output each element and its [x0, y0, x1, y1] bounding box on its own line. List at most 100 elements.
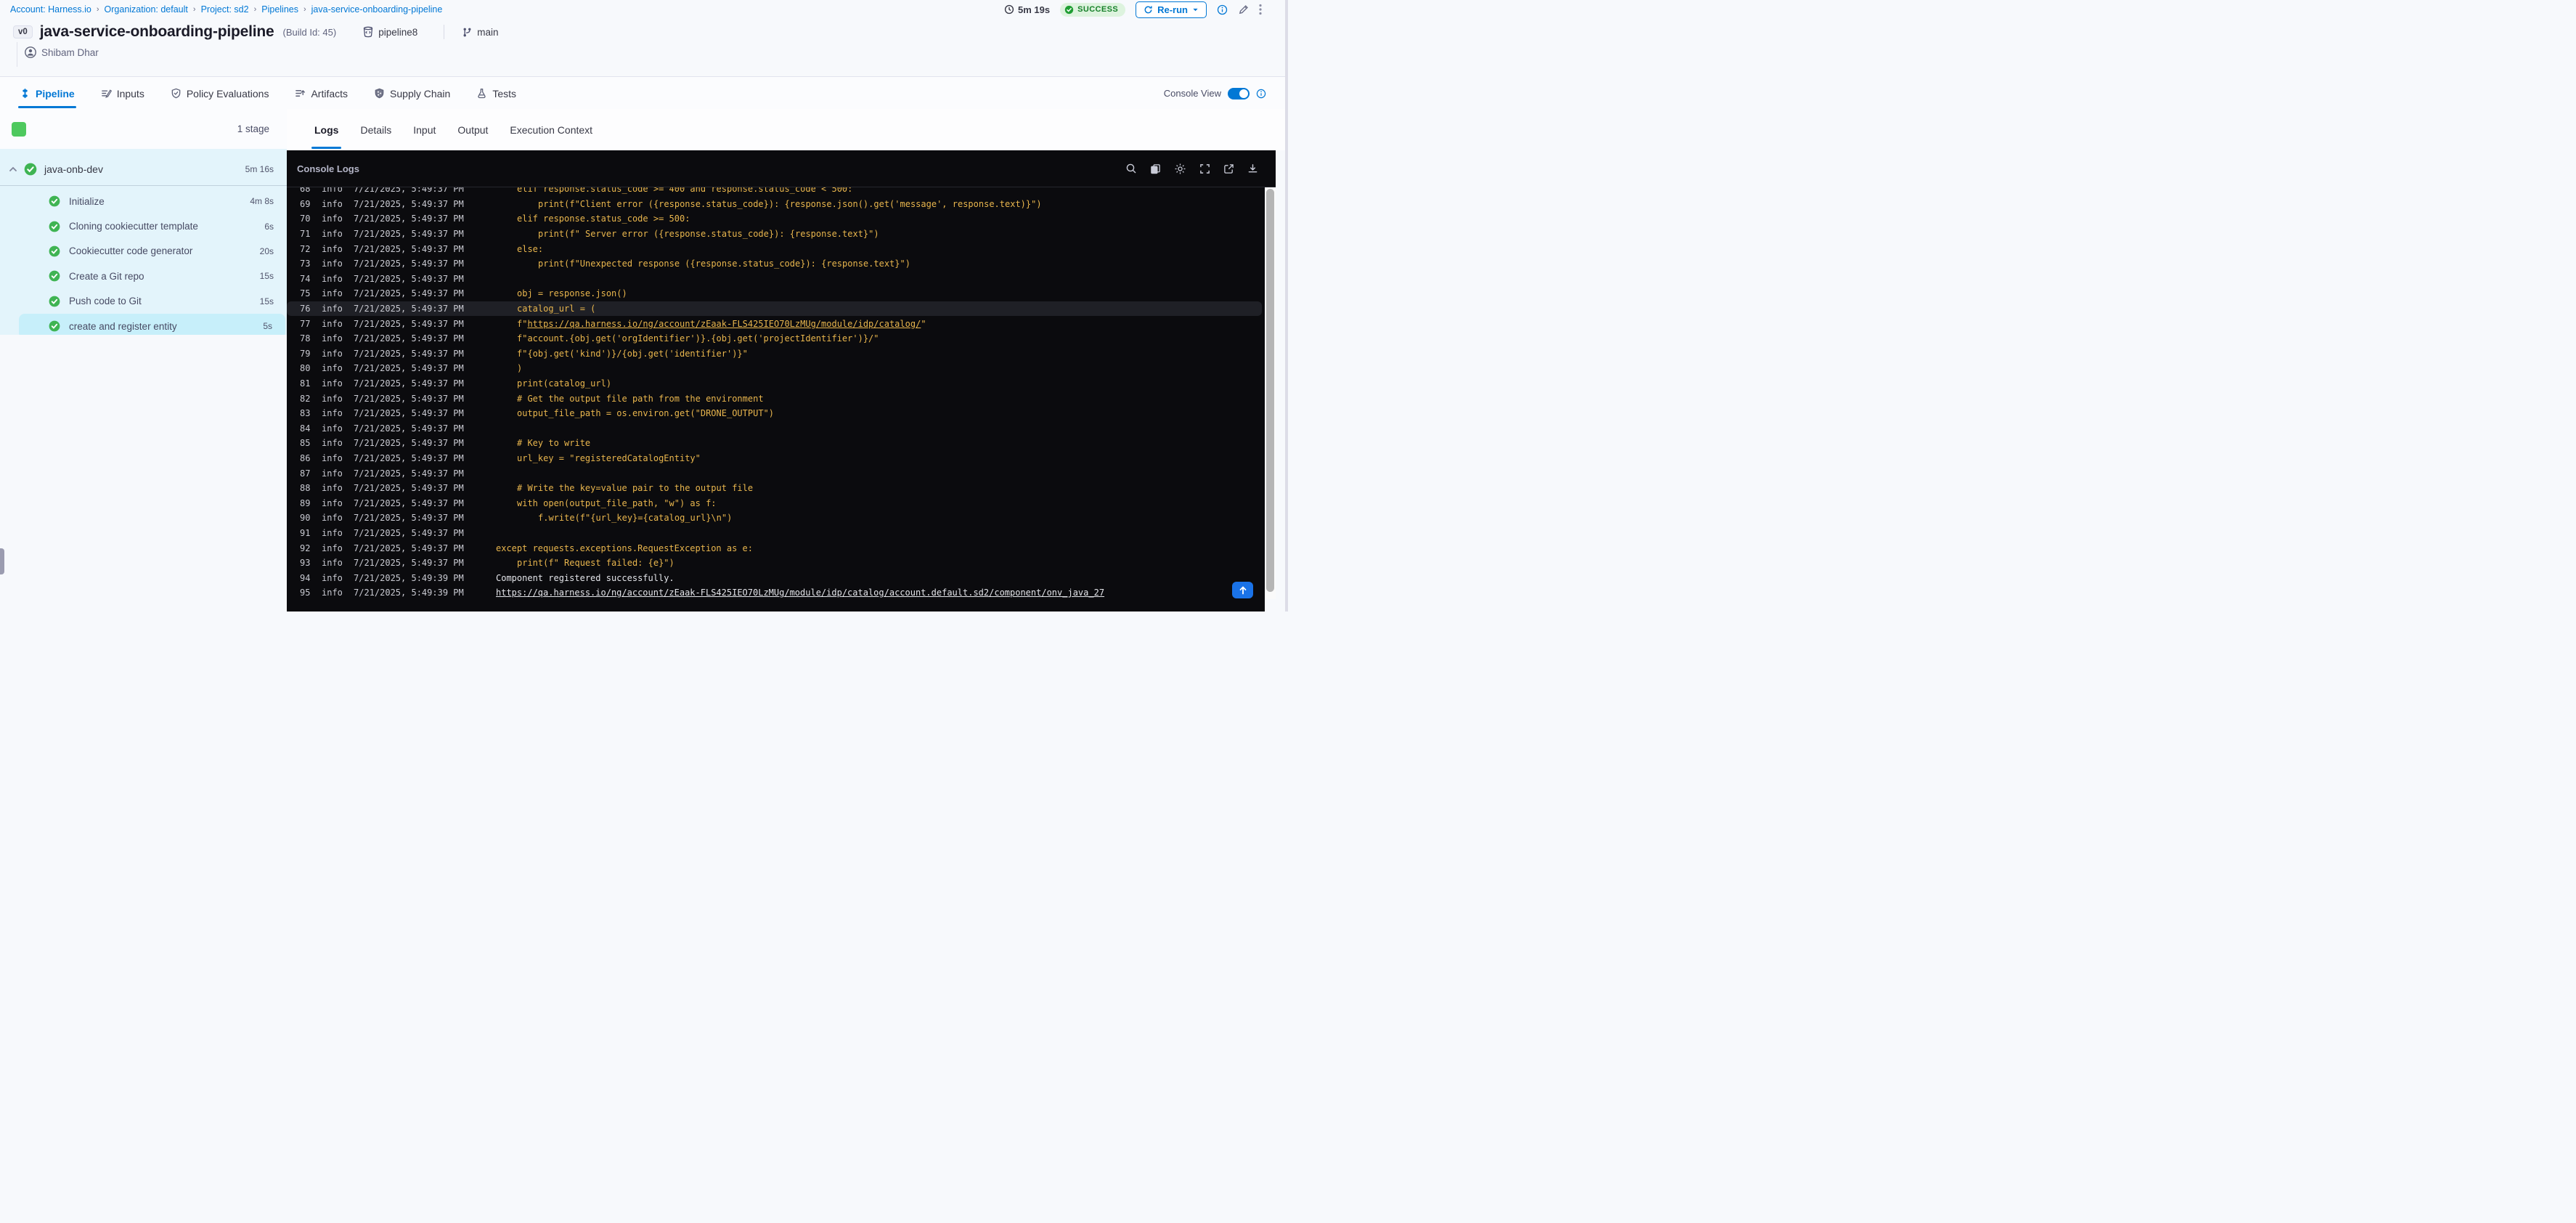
- info-icon[interactable]: [1217, 4, 1228, 15]
- branch-chip[interactable]: main: [462, 27, 499, 38]
- tab-policy-evaluations[interactable]: Policy Evaluations: [171, 77, 269, 110]
- log-url-link[interactable]: https://qa.harness.io/ng/account/zEaak-F…: [527, 319, 921, 329]
- edit-pencil-icon[interactable]: [1238, 4, 1249, 15]
- breadcrumb-separator: ›: [192, 5, 196, 14]
- code-repo-icon: [362, 26, 374, 38]
- log-line-number: 84: [300, 423, 311, 434]
- check-circle-icon: [1064, 5, 1074, 15]
- breadcrumb-link[interactable]: Account: Harness.io: [10, 4, 91, 15]
- detail-tab-logs[interactable]: Logs: [311, 109, 342, 150]
- log-line-82: 82 info 7/21/2025, 5:49:37 PM # Get the out…: [287, 391, 1265, 406]
- console-scrollbar-thumb[interactable]: [1266, 189, 1274, 592]
- log-level: info: [322, 452, 343, 463]
- log-line-number: 92: [300, 543, 311, 553]
- main-tabbar: Pipeline Inputs Policy Evaluations Artifact…: [0, 76, 1288, 110]
- external-link-icon[interactable]: [1223, 163, 1234, 174]
- step-duration: 6s: [264, 221, 274, 232]
- rerun-button[interactable]: Re-run: [1136, 1, 1207, 18]
- log-line-86: 86 info 7/21/2025, 5:49:37 PM url_key = "re…: [287, 451, 1265, 466]
- copy-icon[interactable]: [1150, 163, 1161, 174]
- log-line-81: 81 info 7/21/2025, 5:49:37 PM print(catalog…: [287, 376, 1265, 391]
- fullscreen-icon[interactable]: [1199, 163, 1210, 174]
- detail-tab-output[interactable]: Output: [457, 109, 488, 150]
- log-text: print(f"Client error ({response.status_c…: [538, 198, 1042, 209]
- log-timestamp: 7/21/2025, 5:49:37 PM: [354, 333, 464, 344]
- step-name: Initialize: [69, 195, 105, 207]
- detail-tab-input[interactable]: Input: [413, 109, 436, 150]
- gear-icon[interactable]: [1174, 163, 1186, 175]
- log-line-80: 80 info 7/21/2025, 5:49:37 PM): [287, 361, 1265, 376]
- log-timestamp: 7/21/2025, 5:49:37 PM: [354, 468, 464, 479]
- repo-chip[interactable]: pipeline8: [362, 26, 417, 38]
- execution-duration: 5m 19s: [1004, 4, 1050, 15]
- tab-inputs[interactable]: Inputs: [101, 77, 144, 110]
- tab-supply-chain[interactable]: Supply Chain: [374, 77, 450, 110]
- log-level: info: [322, 558, 343, 569]
- step-row-create-a-git-repo[interactable]: Create a Git repo 15s: [0, 264, 287, 288]
- tab-label: Policy Evaluations: [186, 87, 269, 99]
- console-log-viewport[interactable]: 68 info 7/21/2025, 5:49:37 PM elif response…: [287, 187, 1265, 612]
- console-scrollbar-track[interactable]: [1265, 187, 1276, 599]
- log-level: info: [322, 393, 343, 404]
- log-level: info: [322, 243, 343, 254]
- log-timestamp: 7/21/2025, 5:49:37 PM: [354, 243, 464, 254]
- log-level: info: [322, 318, 343, 329]
- success-check-icon: [49, 320, 60, 332]
- console-view-control: Console View: [1164, 87, 1266, 99]
- log-url-link[interactable]: https://qa.harness.io/ng/account/zEaak-F…: [496, 588, 1104, 598]
- panel-resize-handle[interactable]: [0, 548, 4, 574]
- log-line-71: 71 info 7/21/2025, 5:49:37 PM print(f" Serv…: [287, 227, 1265, 242]
- breadcrumb-link[interactable]: Pipelines: [261, 4, 298, 15]
- build-id: (Build Id: 45): [282, 26, 337, 38]
- download-icon[interactable]: [1247, 163, 1258, 174]
- divider: [0, 185, 287, 186]
- stage-row-java-onb-dev[interactable]: java-onb-dev 5m 16s: [0, 155, 287, 184]
- breadcrumb-link[interactable]: Project: sd2: [201, 4, 249, 15]
- step-row-cookiecutter-code-generator[interactable]: Cookiecutter code generator 20s: [0, 239, 287, 264]
- log-timestamp: 7/21/2025, 5:49:37 PM: [354, 513, 464, 524]
- log-line-number: 81: [300, 378, 311, 389]
- tab-artifacts[interactable]: Artifacts: [295, 77, 348, 110]
- window-scrollbar-lane[interactable]: [1285, 0, 1288, 612]
- log-line-79: 79 info 7/21/2025, 5:49:37 PM f"{obj.get('k…: [287, 346, 1265, 362]
- more-options-kebab-icon[interactable]: [1259, 4, 1262, 15]
- log-level: info: [322, 408, 343, 419]
- success-check-icon: [49, 296, 60, 307]
- log-level: info: [322, 288, 343, 299]
- log-line-85: 85 info 7/21/2025, 5:49:37 PM # Key to writ…: [287, 436, 1265, 451]
- scroll-to-top-button[interactable]: [1232, 582, 1253, 598]
- log-line-number: 87: [300, 468, 311, 479]
- log-text: elif response.status_code >= 500:: [517, 214, 690, 224]
- log-line-number: 71: [300, 229, 311, 240]
- info-icon[interactable]: [1256, 89, 1266, 99]
- log-line-88: 88 info 7/21/2025, 5:49:37 PM # Write the k…: [287, 481, 1265, 496]
- step-row-cloning-cookiecutter-template[interactable]: Cloning cookiecutter template 6s: [0, 214, 287, 238]
- log-timestamp: 7/21/2025, 5:49:37 PM: [354, 273, 464, 284]
- page-title: java-service-onboarding-pipeline: [39, 23, 274, 40]
- tab-pipeline[interactable]: Pipeline: [18, 77, 76, 110]
- breadcrumb-link[interactable]: java-service-onboarding-pipeline: [311, 4, 443, 15]
- log-level: info: [322, 513, 343, 524]
- log-timestamp: 7/21/2025, 5:49:37 PM: [354, 483, 464, 494]
- tab-tests[interactable]: Tests: [476, 77, 516, 110]
- log-line-69: 69 info 7/21/2025, 5:49:37 PM print(f"Clien…: [287, 197, 1265, 212]
- step-row-push-code-to-git[interactable]: Push code to Git 15s: [0, 289, 287, 314]
- step-detail-tabbar: Logs Details Input Output Execution Context: [287, 109, 1288, 150]
- log-timestamp: 7/21/2025, 5:49:37 PM: [354, 318, 464, 329]
- log-text: else:: [517, 243, 544, 254]
- detail-tab-execution-context[interactable]: Execution Context: [510, 109, 592, 150]
- breadcrumb-link[interactable]: Organization: default: [105, 4, 188, 15]
- console-view-toggle[interactable]: [1228, 87, 1250, 99]
- log-line-number: 68: [300, 187, 311, 195]
- detail-tab-details[interactable]: Details: [360, 109, 391, 150]
- log-text: elif response.status_code >= 400 and res…: [517, 187, 853, 195]
- chevron-up-icon[interactable]: [9, 165, 17, 174]
- log-text: f.write(f"{url_key}={catalog_url}\n"): [538, 513, 733, 524]
- log-timestamp: 7/21/2025, 5:49:37 PM: [354, 304, 464, 314]
- success-check-icon: [49, 221, 60, 232]
- step-row-initialize[interactable]: Initialize 4m 8s: [0, 189, 287, 214]
- log-timestamp: 7/21/2025, 5:49:37 PM: [354, 543, 464, 553]
- sidebar-empty-area: [0, 335, 287, 612]
- log-line-84: 84 info 7/21/2025, 5:49:37 PM: [287, 421, 1265, 436]
- search-icon[interactable]: [1125, 163, 1137, 174]
